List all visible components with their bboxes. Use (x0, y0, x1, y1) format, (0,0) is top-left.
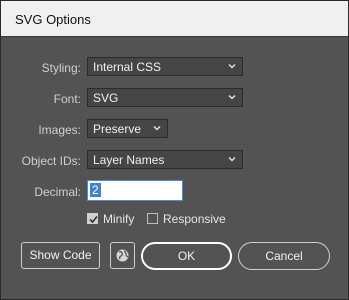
images-select[interactable]: Preserve (87, 119, 168, 138)
object-ids-value: Layer Names (93, 153, 165, 167)
font-value: SVG (93, 91, 119, 105)
responsive-option[interactable]: Responsive (147, 211, 237, 227)
chevron-down-icon (227, 60, 237, 72)
minify-option[interactable]: Minify (87, 211, 147, 227)
web-preview-button[interactable] (110, 242, 135, 269)
cancel-button[interactable]: Cancel (238, 242, 330, 270)
checkmark-icon (89, 215, 98, 224)
minify-checkbox[interactable] (87, 213, 98, 224)
images-label: Images: (38, 123, 81, 137)
object-ids-label: Object IDs: (21, 154, 81, 168)
dialog-title: SVG Options (15, 12, 91, 27)
styling-label: Styling: (41, 61, 81, 75)
decimal-value: 2 (90, 183, 101, 197)
decimal-input[interactable]: 2 (87, 180, 183, 201)
font-select[interactable]: SVG (87, 88, 243, 107)
object-ids-select[interactable]: Layer Names (87, 150, 243, 169)
decimal-label: Decimal: (34, 185, 81, 199)
font-label: Font: (53, 92, 81, 106)
responsive-label: Responsive (163, 212, 226, 226)
images-value: Preserve (93, 122, 142, 136)
title-bar[interactable]: SVG Options (1, 1, 348, 37)
ok-button[interactable]: OK (141, 242, 232, 270)
chevron-down-icon (227, 91, 237, 103)
chevron-down-icon (152, 122, 162, 134)
styling-select[interactable]: Internal CSS (87, 57, 243, 76)
globe-icon (116, 249, 129, 262)
minify-label: Minify (103, 212, 135, 226)
svg-options-dialog: SVG Options Styling: Internal CSS Font: … (0, 0, 349, 300)
responsive-checkbox[interactable] (147, 213, 158, 224)
show-code-button[interactable]: Show Code (21, 242, 100, 269)
chevron-down-icon (227, 153, 237, 165)
styling-value: Internal CSS (93, 60, 162, 74)
